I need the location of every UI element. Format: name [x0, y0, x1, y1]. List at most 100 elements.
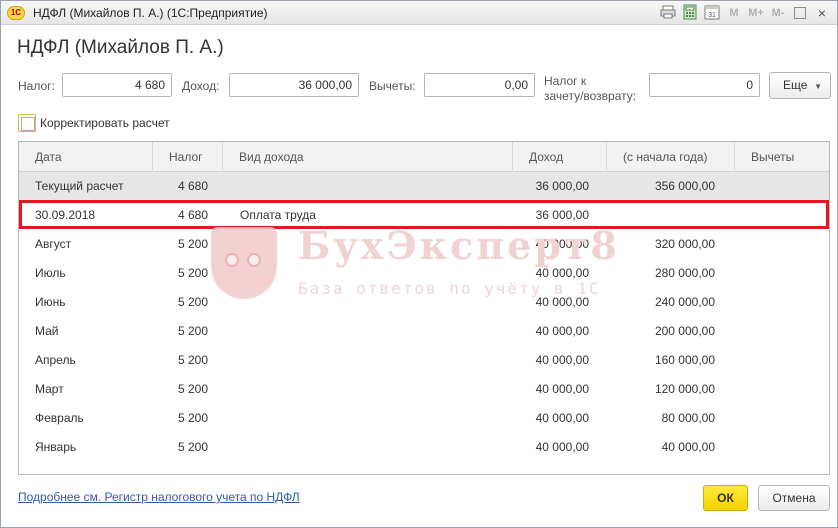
cell-income-type [240, 259, 510, 288]
window-title: НДФЛ (Михайлов П. А.) (1С:Предприятие) [33, 6, 268, 20]
memory-icon[interactable]: M [725, 4, 743, 22]
close-icon[interactable]: × [813, 4, 831, 22]
cell-income: 40 000,00 [535, 237, 589, 251]
deductions-label: Вычеты: [369, 79, 416, 93]
cell-income: 36 000,00 [535, 179, 589, 193]
column-header-income[interactable]: Доход [513, 142, 607, 172]
title-bar-tools: 31 M M+ M- × [659, 4, 831, 22]
cell-date: Март [35, 382, 64, 396]
cell-income: 40 000,00 [535, 324, 589, 338]
table-row[interactable]: Январь 5 200 40 000,00 40 000,00 [19, 433, 829, 462]
tax-label: Налог: [18, 79, 55, 93]
ndfl-table[interactable]: Дата Налог Вид дохода Доход (с начала го… [18, 141, 830, 475]
table-row[interactable]: Июль 5 200 40 000,00 280 000,00 [19, 259, 829, 288]
cell-date: Январь [35, 440, 77, 454]
cell-income-type [240, 404, 510, 433]
column-header-deductions[interactable]: Вычеты [735, 142, 829, 172]
ndfl-window: 1С НДФЛ (Михайлов П. А.) (1С:Предприятие… [0, 0, 838, 528]
table-row[interactable]: Август 5 200 40 000,00 320 000,00 [19, 230, 829, 259]
table-row[interactable]: Март 5 200 40 000,00 120 000,00 [19, 375, 829, 404]
cell-ytd: 80 000,00 [661, 411, 715, 425]
calendar-icon[interactable]: 31 [703, 4, 721, 22]
cell-income-type [240, 288, 510, 317]
column-header-income-type[interactable]: Вид дохода [223, 142, 513, 172]
cell-deductions [735, 346, 815, 375]
cell-deductions [735, 230, 815, 259]
restore-icon[interactable] [791, 4, 809, 22]
cell-date: 30.09.2018 [35, 208, 96, 222]
offset-field[interactable]: 0 [649, 73, 760, 97]
table-row[interactable]: Июнь 5 200 40 000,00 240 000,00 [19, 288, 829, 317]
cell-income: 40 000,00 [535, 353, 589, 367]
cell-ytd: 280 000,00 [654, 266, 715, 280]
cell-date: Февраль [35, 411, 84, 425]
cell-income: 40 000,00 [535, 440, 589, 454]
column-header-date[interactable]: Дата [19, 142, 153, 172]
deductions-field[interactable]: 0,00 [424, 73, 535, 97]
column-header-ytd[interactable]: (с начала года) [607, 142, 735, 172]
income-label: Доход: [182, 79, 220, 93]
cell-ytd [607, 201, 715, 230]
table-row[interactable]: Апрель 5 200 40 000,00 160 000,00 [19, 346, 829, 375]
cell-deductions [735, 317, 815, 346]
form-title: НДФЛ (Михайлов П. А.) [17, 37, 224, 58]
cell-tax: 5 200 [177, 237, 208, 251]
cell-income: 40 000,00 [535, 382, 589, 396]
register-link[interactable]: Подробнее см. Регистр налогового учета п… [18, 490, 300, 504]
cancel-button[interactable]: Отмена [758, 485, 830, 511]
cell-income: 40 000,00 [535, 295, 589, 309]
cell-deductions [735, 433, 815, 462]
table-row[interactable]: 30.09.2018 4 680 Оплата труда 36 000,00 [19, 201, 829, 230]
cell-ytd: 120 000,00 [654, 382, 715, 396]
cell-deductions [735, 288, 815, 317]
cell-tax: 5 200 [177, 324, 208, 338]
title-bar[interactable]: 1С НДФЛ (Михайлов П. А.) (1С:Предприятие… [1, 1, 837, 25]
cell-income: 36 000,00 [535, 208, 589, 222]
tax-field[interactable]: 4 680 [62, 73, 172, 97]
table-header: Дата Налог Вид дохода Доход (с начала го… [19, 142, 829, 172]
app-logo-icon: 1С [7, 6, 25, 20]
offset-label-line1: Налог к [544, 74, 587, 88]
cell-deductions [735, 201, 815, 230]
cell-tax: 5 200 [177, 295, 208, 309]
cell-tax: 4 680 [177, 208, 208, 222]
table-row[interactable]: Февраль 5 200 40 000,00 80 000,00 [19, 404, 829, 433]
offset-label-line2: зачету/возврату: [544, 89, 637, 103]
cell-deductions [735, 404, 815, 433]
cell-date: Май [35, 324, 59, 338]
correct-calc-label[interactable]: Корректировать расчет [40, 116, 170, 130]
cell-tax: 4 680 [177, 179, 208, 193]
memory-minus-icon[interactable]: M- [769, 4, 787, 22]
table-row[interactable]: Май 5 200 40 000,00 200 000,00 [19, 317, 829, 346]
column-header-tax[interactable]: Налог [153, 142, 223, 172]
more-button[interactable]: Еще ▼ [769, 72, 831, 99]
cell-income-type [240, 230, 510, 259]
cell-ytd: 320 000,00 [654, 237, 715, 251]
cell-tax: 5 200 [177, 411, 208, 425]
cell-date: Июнь [35, 295, 66, 309]
cell-date: Август [35, 237, 72, 251]
chevron-down-icon: ▼ [814, 82, 822, 91]
cell-income: 40 000,00 [535, 266, 589, 280]
cell-income-type [240, 375, 510, 404]
memory-plus-icon[interactable]: M+ [747, 4, 765, 22]
cell-ytd: 356 000,00 [654, 179, 715, 193]
table-row-total[interactable]: Текущий расчет 4 680 36 000,00 356 000,00 [19, 172, 829, 201]
svg-text:31: 31 [708, 12, 716, 19]
cell-tax: 5 200 [177, 440, 208, 454]
cell-deductions [735, 259, 815, 288]
cell-tax: 5 200 [177, 382, 208, 396]
correct-calc-checkbox[interactable] [18, 114, 36, 132]
cell-income-type [240, 346, 510, 375]
ok-button[interactable]: ОК [703, 485, 748, 511]
cell-ytd: 240 000,00 [654, 295, 715, 309]
print-icon[interactable] [659, 4, 677, 22]
cell-ytd: 200 000,00 [654, 324, 715, 338]
cell-income-type [240, 172, 510, 201]
cell-deductions [735, 375, 815, 404]
cell-date: Июль [35, 266, 66, 280]
more-button-label: Еще [783, 78, 808, 92]
calculator-icon[interactable] [681, 4, 699, 22]
cell-income-type [240, 317, 510, 346]
income-field[interactable]: 36 000,00 [229, 73, 359, 97]
